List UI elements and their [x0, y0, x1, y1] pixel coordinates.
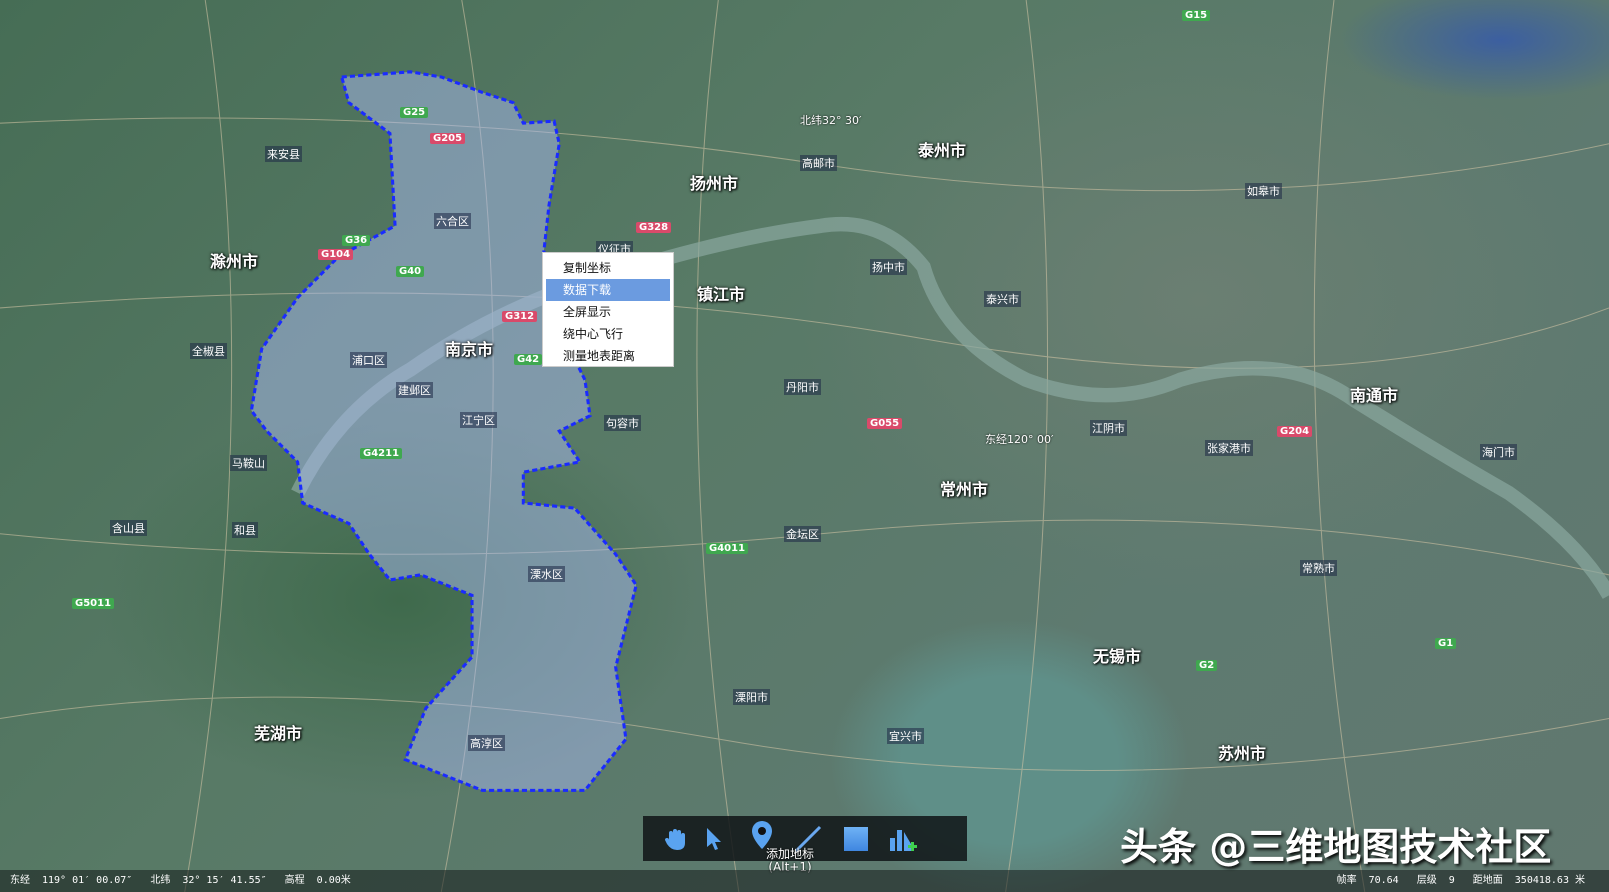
city-label: 南京市	[445, 340, 494, 359]
district-label: 扬中市	[870, 259, 907, 275]
road-shield: G1	[1435, 638, 1457, 649]
district-label: 常熟市	[1300, 560, 1337, 576]
placemark-pin-icon[interactable]	[747, 820, 777, 850]
city-label: 滁州市	[210, 252, 259, 271]
level-value: 9	[1448, 875, 1455, 886]
road-shield: G36	[342, 235, 371, 246]
latitude-grid-label: 北纬32° 30′	[800, 114, 862, 127]
district-label: 泰兴市	[984, 291, 1021, 307]
road-shield: G42	[514, 354, 543, 365]
lat-label: 北纬	[150, 875, 171, 886]
menu-item-orbit-center[interactable]: 绕中心飞行	[546, 323, 670, 345]
district-label: 海门市	[1480, 444, 1517, 460]
satellite-map[interactable]: 南京市 扬州市 镇江市 泰州市 常州市 无锡市 苏州市 南通市 滁州市 芜湖市 …	[0, 0, 1609, 892]
road-shield: G15	[1182, 10, 1211, 21]
distance-label: 距地面	[1472, 875, 1503, 886]
status-bar: 东经 119° 01′ 00.07″ 北纬 32° 15′ 41.55″ 高程 0.0…	[0, 870, 1609, 892]
lat-value: 32° 15′ 41.55″	[182, 875, 267, 886]
district-label: 六合区	[434, 213, 471, 229]
road-shield: G205	[430, 133, 466, 144]
city-label: 常州市	[940, 480, 989, 499]
lon-value: 119° 01′ 00.07″	[42, 875, 133, 886]
city-label: 苏州市	[1218, 744, 1267, 763]
district-label: 江宁区	[460, 412, 497, 428]
district-label: 江阴市	[1090, 420, 1127, 436]
district-label: 宜兴市	[887, 728, 924, 744]
menu-item-measure-distance[interactable]: 测量地表距离	[546, 345, 670, 367]
add-chart-icon[interactable]	[887, 824, 917, 854]
city-label: 镇江市	[697, 285, 746, 304]
map-overlay	[0, 0, 1609, 892]
district-label: 马鞍山	[230, 455, 267, 471]
city-label: 泰州市	[918, 141, 967, 160]
road-shield: G328	[636, 222, 672, 233]
level-label: 层级	[1416, 875, 1437, 886]
menu-item-fullscreen[interactable]: 全屏显示	[546, 301, 670, 323]
district-label: 丹阳市	[784, 379, 821, 395]
road-shield: G2	[1196, 660, 1218, 671]
select-arrow-icon[interactable]	[699, 824, 729, 854]
road-shield: G204	[1277, 426, 1313, 437]
road-shield: G104	[318, 249, 354, 260]
menu-item-copy-coordinates[interactable]: 复制坐标	[546, 257, 670, 279]
district-label: 溧水区	[528, 566, 565, 582]
district-label: 高淳区	[468, 735, 505, 751]
road-shield: G4211	[360, 448, 403, 459]
context-menu: 复制坐标 数据下载 全屏显示 绕中心飞行 测量地表距离	[542, 252, 674, 367]
district-label: 如皋市	[1245, 183, 1282, 199]
district-label: 含山县	[110, 520, 147, 536]
district-label: 张家港市	[1205, 440, 1253, 456]
city-label: 南通市	[1350, 386, 1399, 405]
road-shield: G312	[502, 311, 538, 322]
district-label: 来安县	[265, 146, 302, 162]
district-label: 溧阳市	[733, 689, 770, 705]
district-label: 建邺区	[396, 382, 433, 398]
road-network	[0, 0, 1609, 892]
elev-label: 高程	[284, 875, 305, 886]
district-label: 句容市	[604, 415, 641, 431]
fps-value: 70.64	[1368, 875, 1399, 886]
road-shield: G055	[867, 418, 903, 429]
road-shield: G5011	[72, 598, 115, 609]
district-label: 和县	[232, 522, 258, 538]
city-label: 无锡市	[1093, 647, 1142, 666]
lon-label: 东经	[10, 875, 30, 886]
nanjing-boundary	[249, 70, 638, 792]
district-label: 浦口区	[350, 352, 387, 368]
distance-value: 350418.63 米	[1514, 875, 1585, 886]
district-label: 金坛区	[784, 526, 821, 542]
road-shield: G25	[400, 107, 429, 118]
road-shield: G40	[396, 266, 425, 277]
pan-hand-icon[interactable]	[661, 824, 691, 854]
city-label: 芜湖市	[254, 724, 303, 743]
draw-polygon-icon[interactable]	[841, 824, 871, 854]
elev-value: 0.00米	[316, 875, 351, 886]
fps-label: 帧率	[1336, 875, 1357, 886]
district-label: 全椒县	[190, 343, 227, 359]
road-shield: G4011	[706, 543, 749, 554]
watermark: 头条 @三维地图技术社区	[1120, 825, 1552, 869]
district-label: 高邮市	[800, 155, 837, 171]
longitude-grid-label: 东经120° 00′	[985, 433, 1054, 446]
menu-item-data-download[interactable]: 数据下载	[546, 279, 670, 301]
city-label: 扬州市	[690, 174, 739, 193]
